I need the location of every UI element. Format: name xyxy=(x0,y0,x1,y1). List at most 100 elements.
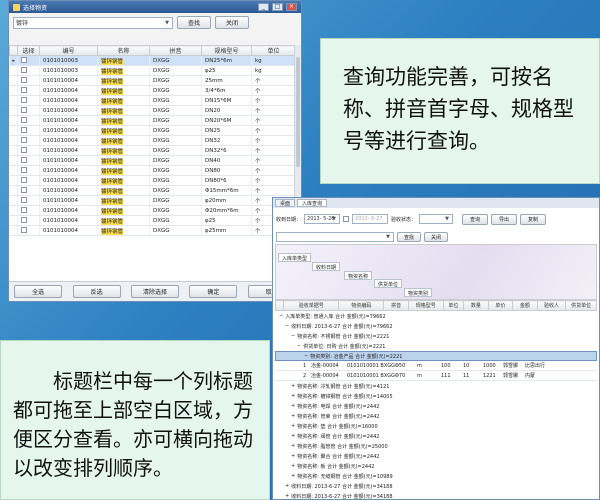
row-checkbox[interactable] xyxy=(21,107,27,114)
maximize-button[interactable]: □ xyxy=(272,3,283,11)
row-checkbox[interactable] xyxy=(21,57,27,64)
row-checkbox[interactable] xyxy=(21,67,27,74)
row-checkbox-cell[interactable] xyxy=(17,145,40,156)
col-amount[interactable]: 金额 xyxy=(512,300,538,311)
inbound-close-button[interactable]: 关闭 xyxy=(424,232,448,242)
col-price[interactable]: 单价 xyxy=(487,300,514,311)
col-header-name[interactable]: 名称 xyxy=(97,45,150,56)
summary-row[interactable]: + 物资名称: 垫 合计 金额(元)=16000 xyxy=(275,421,597,431)
table-row[interactable]: 0101010004 镀锌钢管 DXGG φ25mm 个 xyxy=(9,225,294,236)
row-checkbox[interactable] xyxy=(21,157,27,164)
row-checkbox[interactable] xyxy=(21,197,27,204)
status-dropdown-icon[interactable]: ▼ xyxy=(443,215,451,223)
tab-desktop[interactable]: 桌面 xyxy=(275,199,296,207)
summary-row[interactable]: + 物资名称: 冷轧钢管 合计 金额(元)=4121 xyxy=(275,381,597,391)
expand-icon[interactable]: + xyxy=(285,483,289,489)
select-all-button[interactable]: 全选 xyxy=(14,285,63,298)
invert-selection-button[interactable]: 反选 xyxy=(72,285,121,298)
expand-icon[interactable]: − xyxy=(285,323,289,329)
row-checkbox[interactable] xyxy=(21,167,27,174)
col-supplier[interactable]: 供货单位 xyxy=(565,300,597,311)
close-window-button[interactable]: × xyxy=(286,3,297,11)
row-checkbox[interactable] xyxy=(21,137,27,144)
expand-icon[interactable]: − xyxy=(291,333,295,339)
inbound-search-dropdown-icon[interactable]: ▼ xyxy=(384,233,392,241)
expand-icon[interactable]: + xyxy=(291,463,295,469)
row-checkbox-cell[interactable] xyxy=(17,175,40,186)
expand-icon[interactable]: + xyxy=(291,443,295,449)
summary-row[interactable]: + 收料日期: 2013-6-27 合计 金额(元)=34188 xyxy=(275,491,597,499)
date-to-picker[interactable]: 2013- 6-27 xyxy=(352,214,389,224)
row-checkbox-cell[interactable] xyxy=(17,125,40,136)
row-checkbox[interactable] xyxy=(21,117,27,124)
row-checkbox[interactable] xyxy=(21,227,27,234)
row-checkbox[interactable] xyxy=(21,87,27,94)
row-checkbox-cell[interactable] xyxy=(17,205,40,216)
group-by-area[interactable]: 入库单类型 收料日期 物资名称 供货单位 物资类别 xyxy=(275,244,597,300)
group-row[interactable]: − 供货单位: 日购 合计 金额(元)=2221 xyxy=(275,341,597,351)
col-pinyin[interactable]: 拼音 xyxy=(383,300,409,311)
group-row[interactable]: − 物资名称: 不锈钢管 合计 金额(元)=2221 xyxy=(275,331,597,341)
row-checkbox[interactable] xyxy=(21,127,27,134)
group-chip-date[interactable]: 收料日期 xyxy=(312,262,341,271)
row-checkbox[interactable] xyxy=(21,77,27,84)
date-to-checkbox[interactable] xyxy=(343,216,350,222)
clear-selection-button[interactable]: 清除选择 xyxy=(130,285,179,298)
detail-row[interactable]: 1 冶金-00004 0101010001 BXGG Φ50 m 100 10 1000 郭雪娜… xyxy=(275,361,597,371)
table-row[interactable]: 0101010004 镀锌钢管 DXGG Φ20mm*6m 个 xyxy=(9,205,294,216)
col-receiver[interactable]: 验收人 xyxy=(536,300,567,311)
group-row[interactable]: − 入库单类型: 普通入库 合计 金额(元)=79662 xyxy=(275,311,597,321)
expand-icon[interactable]: − xyxy=(279,313,283,319)
row-checkbox-cell[interactable] xyxy=(17,195,40,206)
table-row[interactable]: 0101010004 镀锌钢管 DXGG DN20*6M 个 xyxy=(9,115,294,126)
col-header-unit[interactable]: 单位 xyxy=(251,45,294,56)
table-row[interactable]: 0101010004 镀锌钢管 DXGG DN15*6M 个 xyxy=(9,95,294,106)
table-row[interactable]: 0101010004 镀锌钢管 DXGG DN25 个 xyxy=(9,125,294,136)
col-receipt-no[interactable]: 验收单据号 xyxy=(283,300,340,311)
summary-row[interactable]: + 物资名称: 脂管管 合计 金额(元)=25000 xyxy=(275,441,597,451)
expand-icon[interactable]: − xyxy=(297,343,301,349)
table-row[interactable]: 0101010004 镀锌钢管 DXGG DN32*6 个 xyxy=(9,145,294,156)
table-row[interactable]: 0101010004 镀锌钢管 DXGG DN40 个 xyxy=(9,155,294,166)
table-row[interactable]: 0101010004 镀锌钢管 DXGG 25mm 个 xyxy=(9,75,294,86)
status-select[interactable]: ▼ xyxy=(419,214,454,224)
export-button[interactable]: 导出 xyxy=(491,213,518,225)
inbound-search-input[interactable]: ▼ xyxy=(276,232,394,242)
summary-row[interactable]: + 收料日期: 2013-6-27 合计 金额(元)=34188 xyxy=(275,481,597,491)
row-checkbox-cell[interactable] xyxy=(17,155,40,166)
row-checkbox-cell[interactable] xyxy=(17,225,40,236)
expand-icon[interactable]: + xyxy=(285,493,289,499)
scroll-thumb[interactable] xyxy=(296,57,300,167)
expand-icon[interactable]: + xyxy=(291,453,295,459)
copy-button[interactable]: 复制 xyxy=(520,213,547,225)
table-row[interactable]: 0101010004 镀锌钢管 DXGG 3/4*6m 个 xyxy=(9,85,294,96)
col-material-code[interactable]: 物资编码 xyxy=(338,300,385,311)
expand-icon[interactable]: + xyxy=(291,403,295,409)
tab-inbound-query[interactable]: 入库查询 xyxy=(297,199,328,207)
table-row[interactable]: 0101010004 镀锌钢管 DXGG DN80*6 个 xyxy=(9,175,294,186)
query-button[interactable]: 查询 xyxy=(462,213,489,225)
row-checkbox-cell[interactable] xyxy=(17,65,40,76)
row-checkbox-cell[interactable] xyxy=(17,95,40,106)
col-unit[interactable]: 单位 xyxy=(442,300,465,311)
table-row[interactable]: 0101010004 镀锌钢管 DXGG φ25 个 xyxy=(9,215,294,226)
table-row[interactable]: 0101010004 镀锌钢管 DXGG DN80 个 xyxy=(9,165,294,176)
row-checkbox[interactable] xyxy=(21,97,27,104)
group-row[interactable]: − 物资类别: 冶金产品 合计 金额(元)=2221 xyxy=(275,351,597,361)
expand-icon[interactable]: + xyxy=(291,393,295,399)
expand-icon[interactable]: + xyxy=(291,433,295,439)
confirm-button[interactable]: 确定 xyxy=(189,285,238,298)
expand-icon[interactable]: + xyxy=(291,413,295,419)
table-row[interactable]: 0101010004 镀锌钢管 DXGG Φ15mm*6m 个 xyxy=(9,185,294,196)
dropdown-arrow-icon[interactable]: ▼ xyxy=(163,19,171,27)
summary-row[interactable]: + 物资名称: 电焊 合计 金额(元)=2442 xyxy=(275,401,597,411)
expand-icon[interactable]: + xyxy=(291,473,295,479)
summary-row[interactable]: + 物资名称: 聚合 合计 金额(元)=2442 xyxy=(275,451,597,461)
table-row[interactable]: 0101010004 镀锌钢管 DXGG DN20 个 xyxy=(9,105,294,116)
row-checkbox-cell[interactable] xyxy=(17,55,40,66)
group-chip-supplier[interactable]: 供货单位 xyxy=(374,279,403,288)
row-checkbox[interactable] xyxy=(21,147,27,154)
group-row[interactable]: − 收料日期: 2013-6-27 合计 金额(元)=79662 xyxy=(275,321,597,331)
group-chip-category[interactable]: 物资类别 xyxy=(404,288,433,297)
table-row[interactable]: 0101010004 镀锌钢管 DXGG φ20mm 个 xyxy=(9,195,294,206)
